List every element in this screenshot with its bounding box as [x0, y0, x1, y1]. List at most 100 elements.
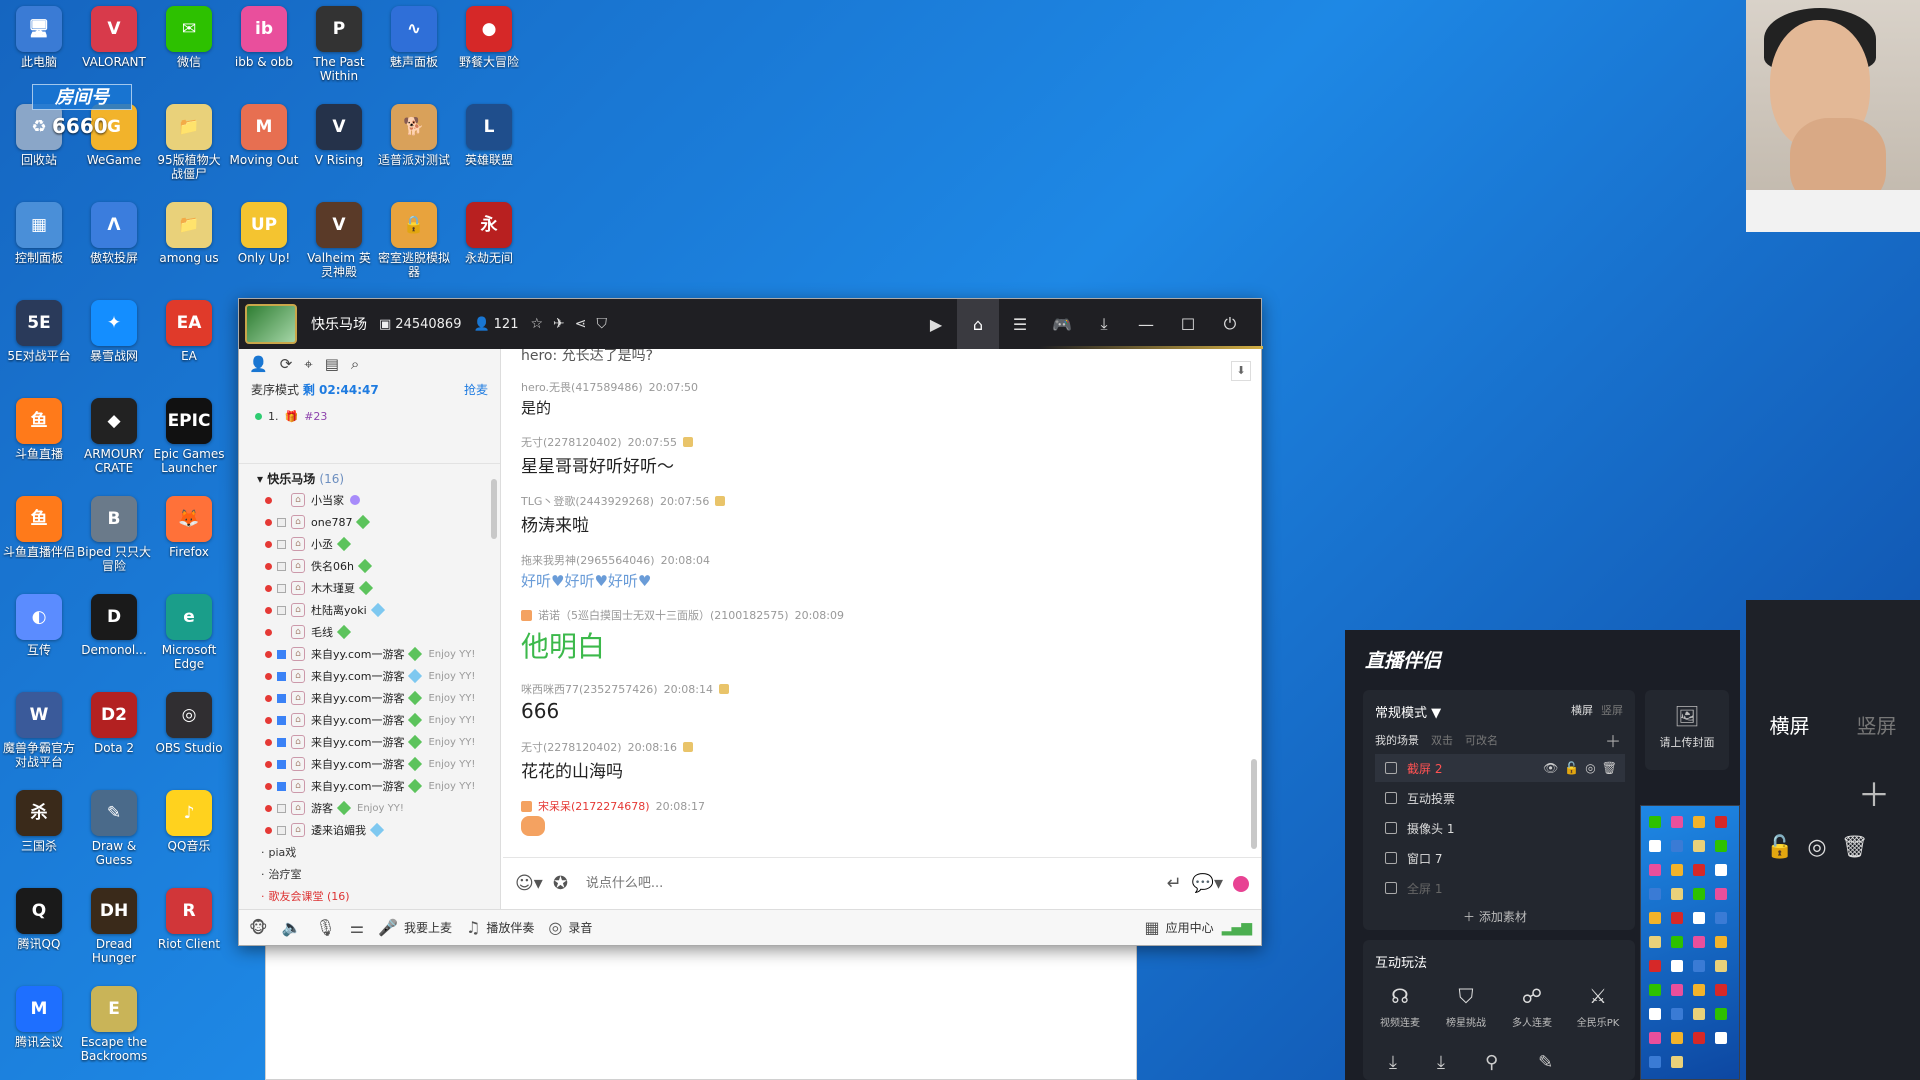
rose-icon[interactable] — [1233, 875, 1249, 892]
source-item[interactable]: 摄像头 1 — [1375, 814, 1625, 842]
desktop-icon[interactable]: ◎ OBS Studio — [152, 692, 226, 755]
download-icon[interactable]: ⤓ — [1389, 1052, 1397, 1073]
desktop-icon[interactable]: M 腾讯会议 — [2, 986, 76, 1049]
sub-channel[interactable]: · 治疗室 — [239, 863, 500, 885]
location-icon[interactable]: ⌖ — [304, 355, 312, 373]
sub-channel[interactable]: · 歌友会课堂 (16) — [239, 885, 500, 907]
desktop-icon[interactable]: ♪ QQ音乐 — [152, 790, 226, 853]
eye-icon[interactable]: 👁 — [1543, 761, 1558, 775]
desktop-icon[interactable]: D2 Dota 2 — [77, 692, 151, 755]
link-icon[interactable]: ⚲ — [1485, 1052, 1498, 1073]
landscape-tab[interactable]: 横屏 — [1571, 702, 1593, 718]
desktop-icon[interactable]: V VALORANT — [77, 6, 151, 69]
speech-bubble-icon[interactable]: 💬▾ — [1192, 873, 1223, 894]
chat-message[interactable]: 诺诺（5巡白摸国士无双十三面版）(2100182575) 20:08:09 他明白 — [521, 607, 1243, 665]
user-row[interactable]: ⌂ 来自yy.com一游客 Enjoy YY! — [239, 753, 500, 775]
edit-icon[interactable]: ✎ — [1538, 1052, 1553, 1073]
add-scene-icon[interactable]: ＋ — [1605, 728, 1621, 752]
refresh-icon[interactable]: ⟳ — [280, 355, 293, 373]
chat-message[interactable]: 咪西咪西77(2352757426) 20:08:14 666 — [521, 681, 1243, 723]
source-item[interactable]: 互动投票 — [1375, 784, 1625, 812]
desktop-icon[interactable]: 鱼斗鱼直播 — [2, 398, 76, 461]
user-row[interactable]: ⌂ one787 — [239, 511, 500, 533]
desktop-icon[interactable]: B Biped 只只大冒险 — [77, 496, 151, 573]
desktop-icon[interactable]: D Demonol... — [77, 594, 151, 657]
notes-icon[interactable]: ▤ — [325, 355, 339, 373]
accompany-button[interactable]: ♫ 播放伴奏 — [466, 918, 534, 937]
user-row[interactable]: ⌂ 佚名06h — [239, 555, 500, 577]
chat-message[interactable]: 无寸(2278120402) 20:08:16 花花的山海吗 — [521, 739, 1243, 782]
shield-icon[interactable]: ⛉ — [597, 316, 608, 332]
desktop-icon[interactable]: ◐ 互传 — [2, 594, 76, 657]
lock-icon[interactable]: 🔓 — [1564, 761, 1579, 775]
mixer-button[interactable]: ⚌ — [350, 918, 364, 937]
background-document-window[interactable] — [265, 935, 1137, 1080]
chat-input[interactable] — [585, 876, 1157, 891]
right-portrait-tab[interactable]: 竖屏 — [1857, 710, 1897, 739]
chat-message[interactable]: 拖来我男神(2965564046) 20:08:04 好听♥好听♥好听♥ — [521, 552, 1243, 591]
right-landscape-tab[interactable]: 横屏 — [1770, 710, 1810, 739]
mic-button[interactable]: 🎙 — [315, 918, 335, 937]
user-row[interactable]: ⌂ 木木瑾夏 — [239, 577, 500, 599]
plus-icon[interactable]: ＋ — [1858, 770, 1890, 816]
desktop-icon[interactable]: EA EA — [152, 300, 226, 363]
chat-message[interactable]: 无寸(2278120402) 20:07:55 星星哥哥好听好听～ — [521, 434, 1243, 477]
video-icon[interactable]: ▶ — [915, 299, 957, 349]
desktop-icon[interactable]: ● 野餐大冒险 — [452, 6, 526, 69]
channel-tree-head[interactable]: ▾ 快乐马场 (16) — [239, 464, 500, 489]
download-icon[interactable]: ⤓ — [1083, 299, 1125, 349]
user-row[interactable]: ⌂ 来自yy.com一游客 Enjoy YY! — [239, 709, 500, 731]
user-row[interactable]: ⌂ 小丞 — [239, 533, 500, 555]
gamepad-icon[interactable]: 🎮 — [1041, 299, 1083, 349]
desktop-icon[interactable]: 🐕 适普派对测试 — [377, 104, 451, 167]
user-row[interactable]: ⌂ 游客 Enjoy YY! — [239, 797, 500, 819]
list-icon[interactable]: ☰ — [999, 299, 1041, 349]
desktop-icon[interactable]: UP Only Up! — [227, 202, 301, 265]
record-button[interactable]: ◎ 录音 — [548, 918, 592, 937]
enter-icon[interactable]: ↵ — [1166, 873, 1181, 894]
avatar-mini[interactable]: 🐵 — [249, 918, 268, 937]
target-icon[interactable]: ◎ — [1585, 761, 1595, 775]
channel-avatar[interactable] — [245, 304, 297, 344]
desktop-icon[interactable]: ✦ 暴雪战网 — [77, 300, 151, 363]
desktop-icon[interactable]: Λ 傲软投屏 — [77, 202, 151, 265]
app-center-button[interactable]: ▦ 应用中心 — [1145, 918, 1214, 937]
power-icon[interactable]: ⏻ — [1209, 299, 1251, 349]
trash-icon[interactable]: 🗑 — [1602, 761, 1617, 775]
desktop-icon[interactable]: 🔒 密室逃脱模拟器 — [377, 202, 451, 279]
sidebar-scrollbar[interactable] — [491, 479, 497, 539]
desktop-icon[interactable]: R Riot Client — [152, 888, 226, 951]
desktop-icon[interactable]: Q 腾讯QQ — [2, 888, 76, 951]
source-item[interactable]: 窗口 7 — [1375, 844, 1625, 872]
sub-channel[interactable]: · pia戏 — [239, 841, 500, 863]
desktop-icon[interactable]: V Valheim 英灵神殿 — [302, 202, 376, 279]
emoji-icon[interactable]: ☺▾ — [515, 873, 543, 894]
desktop-icon[interactable]: ∿ 魅声面板 — [377, 6, 451, 69]
desktop-icon[interactable]: 永永劫无间 — [452, 202, 526, 265]
upload-cover-button[interactable]: 🖼 请上传封面 — [1645, 690, 1729, 770]
video-link-item[interactable]: ☊ 视频连麦 — [1369, 984, 1431, 1029]
pk-item[interactable]: ⚔ 全民乐PK — [1567, 984, 1629, 1029]
share-icon[interactable]: ⋖ — [575, 316, 587, 332]
chat-message[interactable]: 宋呆呆(2172274678) 20:08:17 — [521, 798, 1243, 836]
desktop-icon[interactable]: ◆ ARMOURY CRATE — [77, 398, 151, 475]
user-row[interactable]: ⌂ 来自yy.com一游客 Enjoy YY! — [239, 687, 500, 709]
chat-scrollbar[interactable] — [1251, 759, 1257, 849]
download-new-icon[interactable]: ⤓ — [1437, 1052, 1445, 1073]
source-item[interactable]: 全屏 1 — [1375, 874, 1625, 902]
user-row[interactable]: ⌂ 来自yy.com一游客 Enjoy YY! — [239, 665, 500, 687]
portrait-tab[interactable]: 竖屏 — [1601, 702, 1623, 718]
multi-link-item[interactable]: ☍ 多人连麦 — [1501, 984, 1563, 1029]
desktop-icon[interactable]: V V Rising — [302, 104, 376, 167]
user-row[interactable]: ⌂ 来自yy.com一游客 Enjoy YY! — [239, 643, 500, 665]
chat-message[interactable]: hero.无畏(417589486) 20:07:50 是的 — [521, 379, 1243, 418]
chat-message[interactable]: TLG丶登歌(2443929268) 20:07:56 杨涛来啦 — [521, 493, 1243, 536]
star-icon[interactable]: ☆ — [530, 316, 543, 332]
desktop-icon[interactable]: 🖥 此电脑 — [2, 6, 76, 69]
user-row[interactable]: ⌂ 小当家 — [239, 489, 500, 511]
desktop-icon[interactable]: e Microsoft Edge — [152, 594, 226, 671]
minimize-icon[interactable]: — — [1125, 299, 1167, 349]
desktop-icon[interactable]: 📁 95版植物大战僵尸 — [152, 104, 226, 181]
stream-preview[interactable] — [1640, 805, 1740, 1080]
speaker-button[interactable]: 🔈 — [282, 918, 302, 937]
